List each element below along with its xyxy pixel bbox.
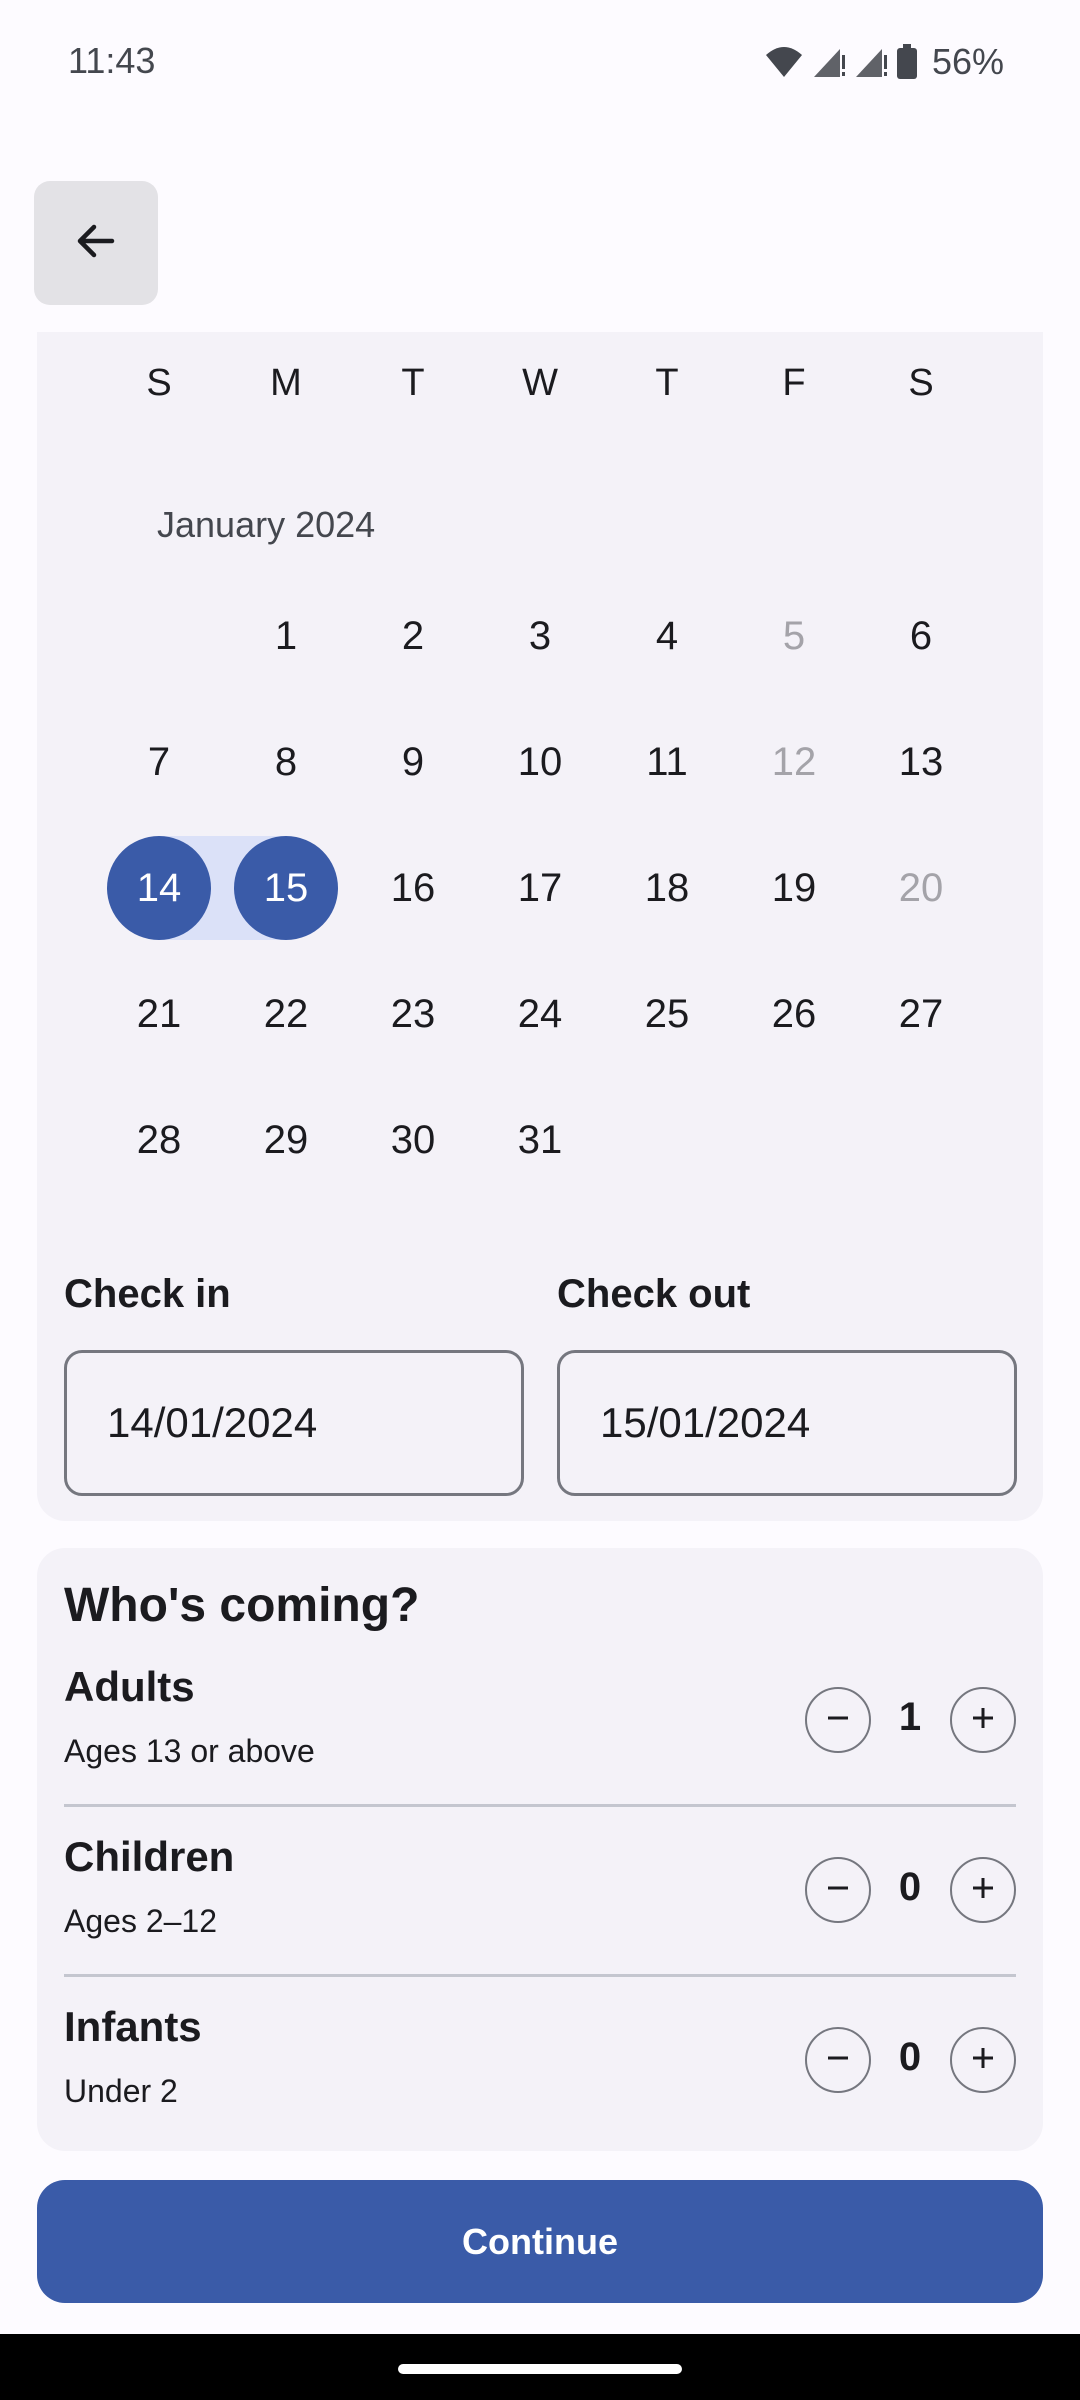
children-count: 0: [898, 1865, 922, 1909]
calendar-day[interactable]: 25: [615, 962, 719, 1066]
weekday-label: S: [908, 362, 934, 404]
adults-increment-button[interactable]: [950, 1687, 1016, 1753]
calendar-day[interactable]: 16: [361, 836, 465, 940]
calendar-day[interactable]: 26: [742, 962, 846, 1066]
weekday-header: SMTWTFS: [37, 362, 1043, 422]
calendar-day[interactable]: 19: [742, 836, 846, 940]
calendar-day[interactable]: 22: [234, 962, 338, 1066]
infants-increment-button[interactable]: [950, 2027, 1016, 2093]
calendar-day[interactable]: 29: [234, 1088, 338, 1192]
children-decrement-button[interactable]: [805, 1857, 871, 1923]
weekday-label: M: [270, 362, 302, 404]
calendar-day[interactable]: 9: [361, 710, 465, 814]
status-icons: 56%: [764, 38, 1004, 86]
divider: [64, 1804, 1016, 1807]
signal-icon: [812, 45, 846, 79]
guest-name: Children: [64, 1833, 235, 1880]
calendar-day[interactable]: 7: [107, 710, 211, 814]
calendar-day-selected[interactable]: 14: [107, 836, 211, 940]
adults-count: 1: [898, 1695, 922, 1739]
month-label: January 2024: [157, 504, 376, 545]
calendar-day[interactable]: 27: [869, 962, 973, 1066]
guest-row-infants: Infants Under 2 0: [64, 2003, 1016, 2173]
weekday-label: S: [146, 362, 172, 404]
calendar-day[interactable]: 18: [615, 836, 719, 940]
check-out-label: Check out: [557, 1272, 751, 1316]
guests-title: Who's coming?: [64, 1579, 420, 1632]
calendar-day[interactable]: 31: [488, 1088, 592, 1192]
guest-subtitle: Ages 13 or above: [64, 1733, 315, 1769]
calendar-day[interactable]: 8: [234, 710, 338, 814]
guest-name: Infants: [64, 2003, 202, 2050]
battery-icon: [896, 44, 918, 80]
date-range-picker: SMTWTFS January 2024 1 2 3 4 5 6 7 8 9 10 11 12 13 14…: [37, 332, 1043, 1521]
calendar-day[interactable]: 28: [107, 1088, 211, 1192]
guests-card: Who's coming? Adults Ages 13 or above 1 …: [37, 1548, 1043, 2151]
plus-icon: [970, 1705, 996, 1736]
infants-count: 0: [898, 2035, 922, 2079]
back-button[interactable]: [34, 181, 158, 305]
status-bar: 11:43 56%: [0, 0, 1080, 128]
calendar-day: 12: [771, 739, 817, 784]
guest-name: Adults: [64, 1663, 195, 1710]
adults-decrement-button[interactable]: [805, 1687, 871, 1753]
signal-icon: [854, 45, 888, 79]
calendar-day[interactable]: 4: [615, 584, 719, 688]
calendar-day[interactable]: 1: [234, 584, 338, 688]
guest-row-children: Children Ages 2–12 0: [64, 1833, 1016, 2003]
calendar-day[interactable]: 6: [869, 584, 973, 688]
guest-subtitle: Ages 2–12: [64, 1903, 218, 1939]
status-time: 11:43: [68, 40, 156, 81]
wifi-icon: [764, 45, 804, 79]
calendar-day[interactable]: 21: [107, 962, 211, 1066]
home-handle[interactable]: [398, 2364, 682, 2374]
calendar-day[interactable]: 23: [361, 962, 465, 1066]
minus-icon: [825, 1875, 851, 1906]
minus-icon: [825, 1705, 851, 1736]
continue-button[interactable]: Continue: [37, 2180, 1043, 2303]
check-out-field[interactable]: 15/01/2024: [557, 1350, 1017, 1496]
calendar-day: 20: [898, 865, 944, 910]
weekday-label: T: [401, 362, 425, 404]
calendar-day[interactable]: 30: [361, 1088, 465, 1192]
check-in-field[interactable]: 14/01/2024: [64, 1350, 524, 1496]
battery-percent: 56%: [931, 41, 1004, 82]
children-increment-button[interactable]: [950, 1857, 1016, 1923]
calendar-day[interactable]: 17: [488, 836, 592, 940]
weekday-label: W: [522, 362, 558, 404]
plus-icon: [970, 1875, 996, 1906]
infants-decrement-button[interactable]: [805, 2027, 871, 2093]
calendar-day[interactable]: 13: [869, 710, 973, 814]
weekday-label: T: [655, 362, 679, 404]
plus-icon: [970, 2045, 996, 2076]
calendar-day[interactable]: 3: [488, 584, 592, 688]
weekday-label: F: [782, 362, 806, 404]
guest-row-adults: Adults Ages 13 or above 1: [64, 1663, 1016, 1833]
arrow-left-icon: [72, 217, 120, 270]
calendar-day: 5: [782, 613, 806, 658]
calendar-day[interactable]: 10: [488, 710, 592, 814]
calendar-day-selected[interactable]: 15: [234, 836, 338, 940]
minus-icon: [825, 2045, 851, 2076]
calendar-day[interactable]: 2: [361, 584, 465, 688]
navigation-bar: [0, 2334, 1080, 2400]
divider: [64, 1974, 1016, 1977]
calendar-day[interactable]: 11: [615, 710, 719, 814]
check-in-label: Check in: [64, 1272, 231, 1316]
calendar-day[interactable]: 24: [488, 962, 592, 1066]
guest-subtitle: Under 2: [64, 2073, 178, 2109]
